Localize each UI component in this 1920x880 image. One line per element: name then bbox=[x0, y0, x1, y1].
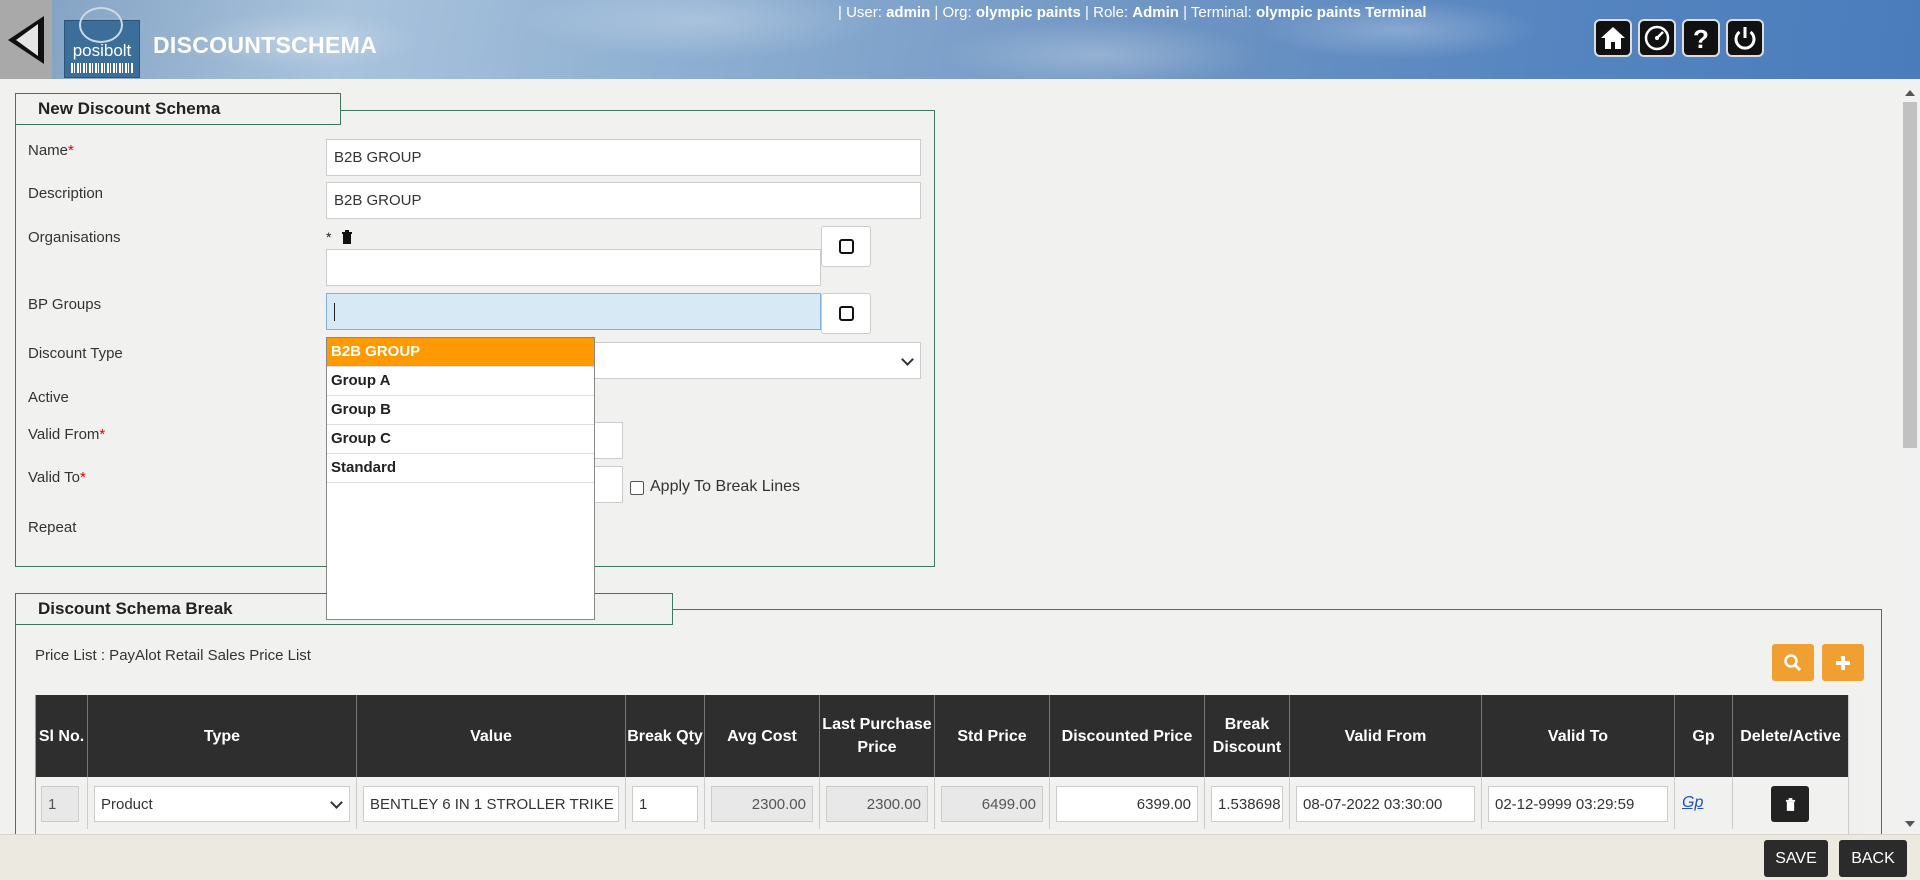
dashboard-icon bbox=[1644, 25, 1670, 51]
column-header: Gp bbox=[1675, 695, 1733, 777]
column-header: Valid From bbox=[1290, 695, 1482, 777]
dropdown-item[interactable]: Standard bbox=[327, 454, 594, 483]
select-icon bbox=[838, 306, 854, 321]
power-icon bbox=[1734, 27, 1756, 50]
last-purchase-price-cell: 2300.00 bbox=[826, 786, 928, 822]
back-button[interactable]: BACK bbox=[1839, 840, 1907, 877]
bp-groups-select-button[interactable] bbox=[821, 293, 871, 334]
valid-from-cell-input[interactable]: 08-07-2022 03:30:00 bbox=[1296, 786, 1475, 822]
back-arrow-icon[interactable] bbox=[0, 0, 52, 79]
column-header: Last Purchase Price bbox=[820, 695, 935, 777]
active-label: Active bbox=[28, 389, 69, 406]
name-input[interactable]: B2B GROUP bbox=[326, 139, 921, 176]
vertical-scrollbar[interactable] bbox=[1900, 85, 1920, 832]
description-label: Description bbox=[28, 185, 104, 202]
valid-to-cell-input[interactable]: 02-12-9999 03:29:59 bbox=[1488, 786, 1668, 822]
repeat-label: Repeat bbox=[28, 519, 77, 536]
organisations-label: Organisations bbox=[28, 229, 121, 246]
trash-icon bbox=[1785, 797, 1795, 811]
column-header: Delete/Active bbox=[1733, 695, 1848, 777]
organisations-select-button[interactable] bbox=[821, 226, 871, 267]
chevron-down-icon bbox=[901, 353, 914, 366]
column-header: Sl No. bbox=[36, 695, 88, 777]
add-row-button[interactable] bbox=[1822, 644, 1864, 681]
column-header: Break Discount bbox=[1205, 695, 1290, 777]
std-price-cell: 6499.00 bbox=[941, 786, 1043, 822]
delete-row-button[interactable] bbox=[1771, 786, 1809, 822]
bp-groups-dropdown: B2B GROUP Group A Group B Group C Standa… bbox=[326, 337, 595, 620]
dropdown-item[interactable]: Group B bbox=[327, 396, 594, 425]
column-header: Discounted Price bbox=[1050, 695, 1205, 777]
dropdown-item[interactable]: B2B GROUP bbox=[327, 338, 594, 367]
dashboard-button[interactable] bbox=[1638, 19, 1676, 57]
home-button[interactable] bbox=[1594, 19, 1632, 57]
apply-break-lines-label: Apply To Break Lines bbox=[650, 478, 801, 495]
bp-groups-label: BP Groups bbox=[28, 296, 102, 313]
page-title: DISCOUNTSCHEMA bbox=[153, 32, 377, 58]
select-icon bbox=[838, 239, 854, 254]
terminal-name: olympic paints Terminal bbox=[1255, 4, 1427, 21]
column-header: Valid To bbox=[1482, 695, 1675, 777]
search-icon bbox=[1784, 653, 1802, 671]
column-header: Break Qty bbox=[626, 695, 705, 777]
discounted-price-input[interactable]: 6399.00 bbox=[1056, 786, 1198, 822]
save-button[interactable]: SAVE bbox=[1764, 840, 1828, 877]
table-scrollbar[interactable] bbox=[1848, 695, 1864, 835]
search-button[interactable] bbox=[1772, 644, 1814, 681]
user-name: admin bbox=[886, 4, 931, 21]
dropdown-item[interactable]: Group C bbox=[327, 425, 594, 454]
break-qty-input[interactable]: 1 bbox=[632, 786, 698, 822]
footer-bar: SAVE BACK bbox=[0, 834, 1920, 880]
logout-button[interactable] bbox=[1726, 19, 1764, 57]
dropdown-item[interactable]: Group A bbox=[327, 367, 594, 396]
help-button[interactable]: ? bbox=[1682, 19, 1720, 57]
org-name: olympic paints bbox=[975, 4, 1081, 21]
chevron-down-icon bbox=[330, 796, 343, 809]
description-input[interactable]: B2B GROUP bbox=[326, 182, 921, 219]
valid-to-label: Valid To* bbox=[28, 469, 86, 486]
home-icon bbox=[1601, 27, 1625, 49]
bp-groups-input[interactable] bbox=[326, 293, 821, 330]
column-header: Std Price bbox=[935, 695, 1050, 777]
type-select[interactable]: Product bbox=[94, 786, 350, 822]
discount-type-label: Discount Type bbox=[28, 345, 123, 362]
org-required-star: * bbox=[326, 229, 332, 245]
help-icon: ? bbox=[1693, 24, 1709, 52]
role-name: Admin bbox=[1132, 4, 1179, 21]
gp-link[interactable]: Gp bbox=[1682, 794, 1703, 812]
column-header: Value bbox=[357, 695, 626, 777]
sl-no-cell: 1 bbox=[41, 786, 79, 822]
user-info: | User: admin | Org: olympic paints | Ro… bbox=[838, 4, 1427, 21]
column-header: Avg Cost bbox=[705, 695, 820, 777]
break-discount-input[interactable]: 1.538698 bbox=[1211, 786, 1283, 822]
apply-break-lines-checkbox[interactable] bbox=[630, 481, 644, 495]
name-label: Name* bbox=[28, 142, 74, 159]
plus-icon bbox=[1836, 655, 1850, 670]
avg-cost-cell: 2300.00 bbox=[711, 786, 813, 822]
value-input[interactable]: BENTLEY 6 IN 1 STROLLER TRIKE bbox=[363, 786, 619, 822]
form-legend: New Discount Schema bbox=[15, 93, 341, 125]
app-header: posibolt DISCOUNTSCHEMA | User: admin | … bbox=[0, 0, 1920, 79]
column-header: Type bbox=[88, 695, 357, 777]
trash-icon[interactable] bbox=[341, 230, 353, 244]
svg-text:?: ? bbox=[1693, 24, 1709, 52]
price-list-label: Price List : PayAlot Retail Sales Price … bbox=[35, 647, 311, 664]
organisations-input[interactable] bbox=[326, 249, 821, 286]
valid-from-label: Valid From* bbox=[28, 426, 106, 443]
posibolt-logo: posibolt bbox=[64, 7, 140, 78]
